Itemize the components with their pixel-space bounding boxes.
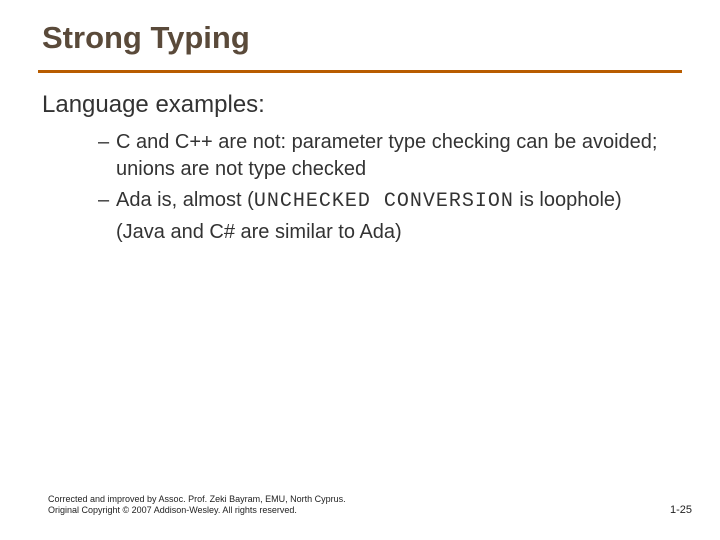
slide-title: Strong Typing [0, 0, 720, 66]
bullet-item: Ada is, almost (UNCHECKED CONVERSION is … [98, 187, 670, 215]
footer-page-number: 1-25 [670, 504, 692, 516]
bullet-text: (Java and C# are similar to Ada) [116, 221, 402, 243]
bullet-list: C and C++ are not: parameter type checki… [42, 129, 670, 246]
bullet-text: Ada is, almost ( [116, 189, 254, 211]
bullet-item: (Java and C# are similar to Ada) [98, 219, 670, 246]
footer-attribution: Corrected and improved by Assoc. Prof. Z… [48, 494, 368, 517]
bullet-item: C and C++ are not: parameter type checki… [98, 129, 670, 183]
bullet-text: C and C++ are not: parameter type checki… [116, 131, 657, 180]
content-subhead: Language examples: [42, 91, 670, 119]
bullet-mono: UNCHECKED CONVERSION [254, 190, 514, 213]
slide: Strong Typing Language examples: C and C… [0, 0, 720, 540]
slide-content: Language examples: C and C++ are not: pa… [0, 73, 720, 246]
bullet-text-post: is loophole) [514, 189, 622, 211]
